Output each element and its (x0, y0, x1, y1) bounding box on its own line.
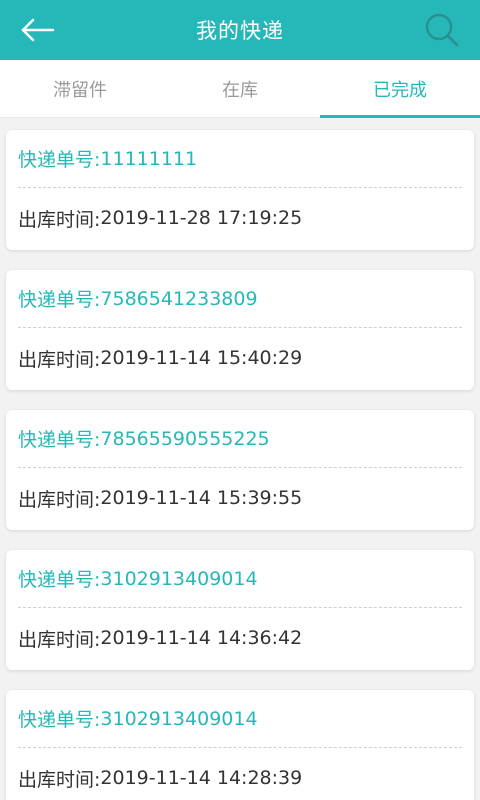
outbound-row: 出库时间: 2019-11-14 15:39:55 (18, 468, 462, 528)
outbound-row: 出库时间: 2019-11-28 17:19:25 (18, 188, 462, 248)
package-card[interactable]: 快递单号: 7586541233809 出库时间: 2019-11-14 15:… (6, 270, 474, 390)
tab-stranded[interactable]: 滞留件 (0, 60, 160, 117)
tracking-number: 78565590555225 (100, 427, 270, 450)
package-list: 快递单号: 11111111 出库时间: 2019-11-28 17:19:25… (0, 118, 480, 800)
outbound-row: 出库时间: 2019-11-14 14:28:39 (18, 748, 462, 800)
tab-in-stock[interactable]: 在库 (160, 60, 320, 117)
back-arrow-icon (21, 18, 55, 42)
outbound-label: 出库时间: (18, 628, 101, 651)
tracking-row: 快递单号: 3102913409014 (18, 690, 462, 748)
tab-bar: 滞留件 在库 已完成 (0, 60, 480, 118)
tracking-row: 快递单号: 3102913409014 (18, 550, 462, 608)
tracking-label: 快递单号: (18, 569, 101, 591)
tracking-label: 快递单号: (18, 149, 101, 171)
outbound-time: 2019-11-14 14:28:39 (100, 767, 303, 789)
outbound-label: 出库时间: (18, 208, 101, 231)
tracking-row: 快递单号: 7586541233809 (18, 270, 462, 328)
package-card[interactable]: 快递单号: 78565590555225 出库时间: 2019-11-14 15… (6, 410, 474, 530)
tracking-row: 快递单号: 78565590555225 (18, 410, 462, 468)
tracking-label: 快递单号: (18, 289, 101, 311)
app-header: 我的快递 (0, 0, 480, 60)
tracking-label: 快递单号: (18, 429, 101, 451)
search-icon (425, 13, 459, 47)
package-card[interactable]: 快递单号: 3102913409014 出库时间: 2019-11-14 14:… (6, 690, 474, 800)
page-title: 我的快递 (196, 19, 284, 43)
outbound-time: 2019-11-14 15:39:55 (100, 487, 303, 509)
tracking-number: 11111111 (100, 147, 198, 170)
tracking-label: 快递单号: (18, 709, 101, 731)
outbound-label: 出库时间: (18, 488, 101, 511)
tracking-row: 快递单号: 11111111 (18, 130, 462, 188)
outbound-label: 出库时间: (18, 348, 101, 371)
back-button[interactable] (20, 14, 56, 46)
outbound-time: 2019-11-14 15:40:29 (100, 347, 303, 369)
outbound-label: 出库时间: (18, 768, 101, 791)
outbound-row: 出库时间: 2019-11-14 15:40:29 (18, 328, 462, 388)
tracking-number: 7586541233809 (100, 287, 258, 310)
search-button[interactable] (422, 10, 462, 50)
package-card[interactable]: 快递单号: 11111111 出库时间: 2019-11-28 17:19:25 (6, 130, 474, 250)
tab-completed[interactable]: 已完成 (320, 60, 480, 118)
outbound-row: 出库时间: 2019-11-14 14:36:42 (18, 608, 462, 668)
outbound-time: 2019-11-28 17:19:25 (100, 207, 303, 229)
package-card[interactable]: 快递单号: 3102913409014 出库时间: 2019-11-14 14:… (6, 550, 474, 670)
tracking-number: 3102913409014 (100, 567, 258, 590)
tracking-number: 3102913409014 (100, 707, 258, 730)
outbound-time: 2019-11-14 14:36:42 (100, 627, 303, 649)
